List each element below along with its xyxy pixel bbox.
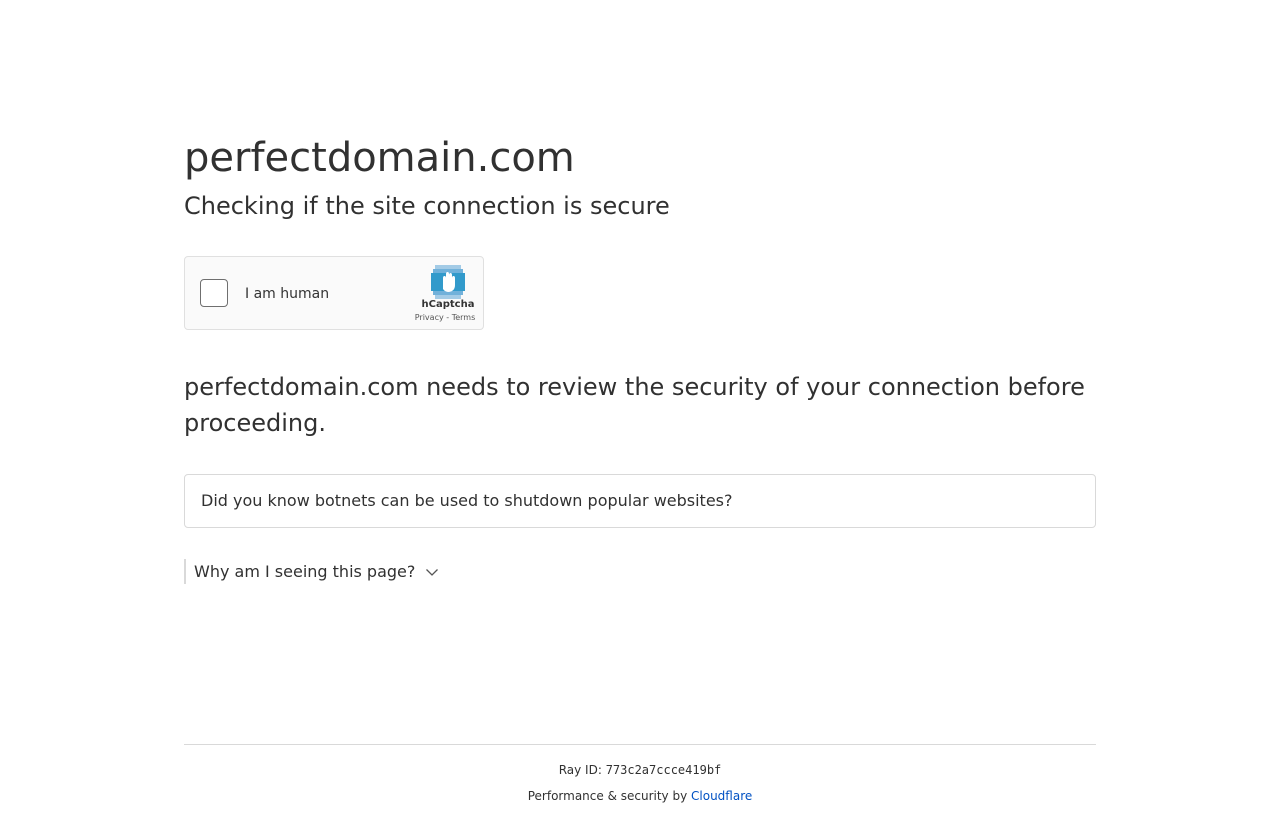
ray-id-label: Ray ID: [558, 763, 606, 777]
captcha-label: I am human [245, 286, 330, 302]
human-checkbox[interactable] [200, 279, 228, 307]
privacy-link[interactable]: Privacy [415, 313, 444, 322]
terms-link[interactable]: Terms [452, 313, 476, 322]
hcaptcha-hand-icon [431, 265, 465, 299]
ray-id-line: Ray ID: 773c2a7ccce419bf [0, 761, 1280, 779]
why-expander[interactable]: Why am I seeing this page? [184, 559, 439, 584]
performance-line: Performance & security by Cloudflare [0, 787, 1280, 805]
hcaptcha-widget: I am human hCaptcha Privacy - Terms [184, 256, 484, 330]
page-title: perfectdomain.com [184, 135, 575, 181]
captcha-links: Privacy - Terms [407, 313, 483, 323]
ray-id-value: 773c2a7ccce419bf [605, 763, 722, 777]
footer-divider [184, 744, 1096, 745]
performance-label: Performance & security by [527, 789, 692, 803]
page-subtitle: Checking if the site connection is secur… [184, 192, 670, 220]
tip-box: Did you know botnets can be used to shut… [184, 474, 1096, 528]
cloudflare-link[interactable]: Cloudflare [691, 789, 752, 803]
hcaptcha-brand: hCaptcha [421, 299, 475, 310]
links-separator: - [443, 313, 452, 322]
why-label: Why am I seeing this page? [194, 561, 416, 581]
security-review-message: perfectdomain.com needs to review the se… [184, 373, 1085, 437]
tip-text: Did you know botnets can be used to shut… [201, 491, 733, 510]
chevron-down-icon [426, 568, 439, 576]
